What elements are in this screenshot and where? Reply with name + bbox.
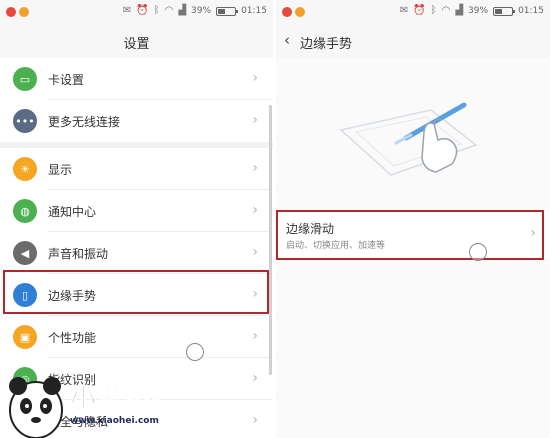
wifi-icon: ◠	[164, 5, 174, 16]
settings-item-label: 显示	[48, 163, 73, 177]
edge-gesture-header: ‹ 边缘手势	[276, 24, 550, 58]
signal-icon: ▟	[178, 5, 187, 16]
battery-icon	[493, 6, 516, 16]
settings-item-label: 个性功能	[48, 331, 97, 345]
speaker-icon: ◀	[13, 241, 37, 265]
settings-item-features[interactable]: ▣ 个性功能 ›	[0, 316, 273, 358]
battery-percent: 39%	[191, 6, 212, 16]
settings-item-label: 声音和振动	[48, 247, 109, 261]
settings-item-label: 卡设置	[48, 73, 85, 87]
settings-item-notifications[interactable]: ◍ 通知中心 ›	[0, 190, 273, 232]
chevron-right-icon: ›	[252, 328, 258, 344]
panda-mascot-icon	[9, 377, 63, 438]
feature-icon: ▣	[13, 325, 37, 349]
notification-dot-icon	[295, 7, 305, 17]
page-title: 设置	[123, 37, 150, 52]
chevron-right-icon: ›	[252, 370, 258, 386]
touch-indicator	[469, 243, 487, 261]
settings-item-sound[interactable]: ◀ 声音和振动 ›	[0, 232, 273, 274]
chevron-right-icon: ›	[252, 202, 258, 218]
chevron-left-icon: ‹	[284, 31, 290, 49]
edge-gesture-screen: ✉ ⏰ ᛒ ◠ ▟ 39% 01:15 ‹ 边缘手势 边缘滑动 启动、切换应用、…	[276, 0, 550, 438]
clock: 01:15	[241, 6, 267, 16]
notification-dot-icon	[19, 7, 29, 17]
battery-percent: 39%	[468, 6, 489, 16]
page-title: 边缘手势	[300, 37, 353, 52]
battery-icon	[216, 6, 239, 16]
mail-icon: ✉	[122, 5, 132, 16]
signal-icon: ▟	[455, 5, 464, 16]
settings-item-more-wireless[interactable]: ••• 更多无线连接 ›	[0, 100, 273, 142]
chevron-right-icon: ›	[252, 244, 258, 260]
highlight-box	[3, 270, 269, 314]
settings-item-label: 更多无线连接	[48, 115, 121, 129]
settings-screen: ✉ ⏰ ᛒ ◠ ▟ 39% 01:15 设置 ▭ 卡设置 › ••• 更多无线连…	[0, 0, 273, 438]
alarm-icon: ⏰	[413, 5, 426, 16]
watermark-url: www.xiaohei.com	[70, 416, 159, 426]
settings-item-label: 通知中心	[48, 205, 97, 219]
settings-item-display[interactable]: ☀ 显示 ›	[0, 148, 273, 190]
edge-swipe-illustration-icon	[339, 102, 478, 176]
highlight-box	[276, 210, 544, 260]
watermark-logo: 小黑游戏	[69, 384, 163, 415]
scrollbar[interactable]	[269, 105, 272, 375]
sim-card-icon: ▭	[13, 67, 37, 91]
chevron-right-icon: ›	[252, 160, 258, 176]
chat-bubble-icon: ◍	[13, 199, 37, 223]
notification-dot-icon	[6, 7, 16, 17]
mail-icon: ✉	[399, 5, 409, 16]
notification-dot-icon	[282, 7, 292, 17]
status-bar: ✉ ⏰ ᛒ ◠ ▟ 39% 01:15	[0, 0, 273, 24]
chevron-right-icon: ›	[252, 70, 258, 86]
clock: 01:15	[518, 6, 544, 16]
watermark: 小黑游戏 www.xiaohei.com	[0, 358, 200, 438]
bluetooth-icon: ᛒ	[430, 5, 437, 16]
sun-icon: ☀	[13, 157, 37, 181]
chevron-right-icon: ›	[252, 412, 258, 428]
settings-item-card[interactable]: ▭ 卡设置 ›	[0, 58, 273, 100]
bluetooth-icon: ᛒ	[153, 5, 160, 16]
chevron-right-icon: ›	[252, 112, 258, 128]
alarm-icon: ⏰	[136, 5, 149, 16]
settings-header: 设置	[0, 24, 273, 58]
back-button[interactable]: ‹	[284, 31, 290, 49]
wifi-icon: ◠	[441, 5, 451, 16]
more-dots-icon: •••	[13, 109, 37, 133]
status-bar: ✉ ⏰ ᛒ ◠ ▟ 39% 01:15	[276, 0, 550, 24]
